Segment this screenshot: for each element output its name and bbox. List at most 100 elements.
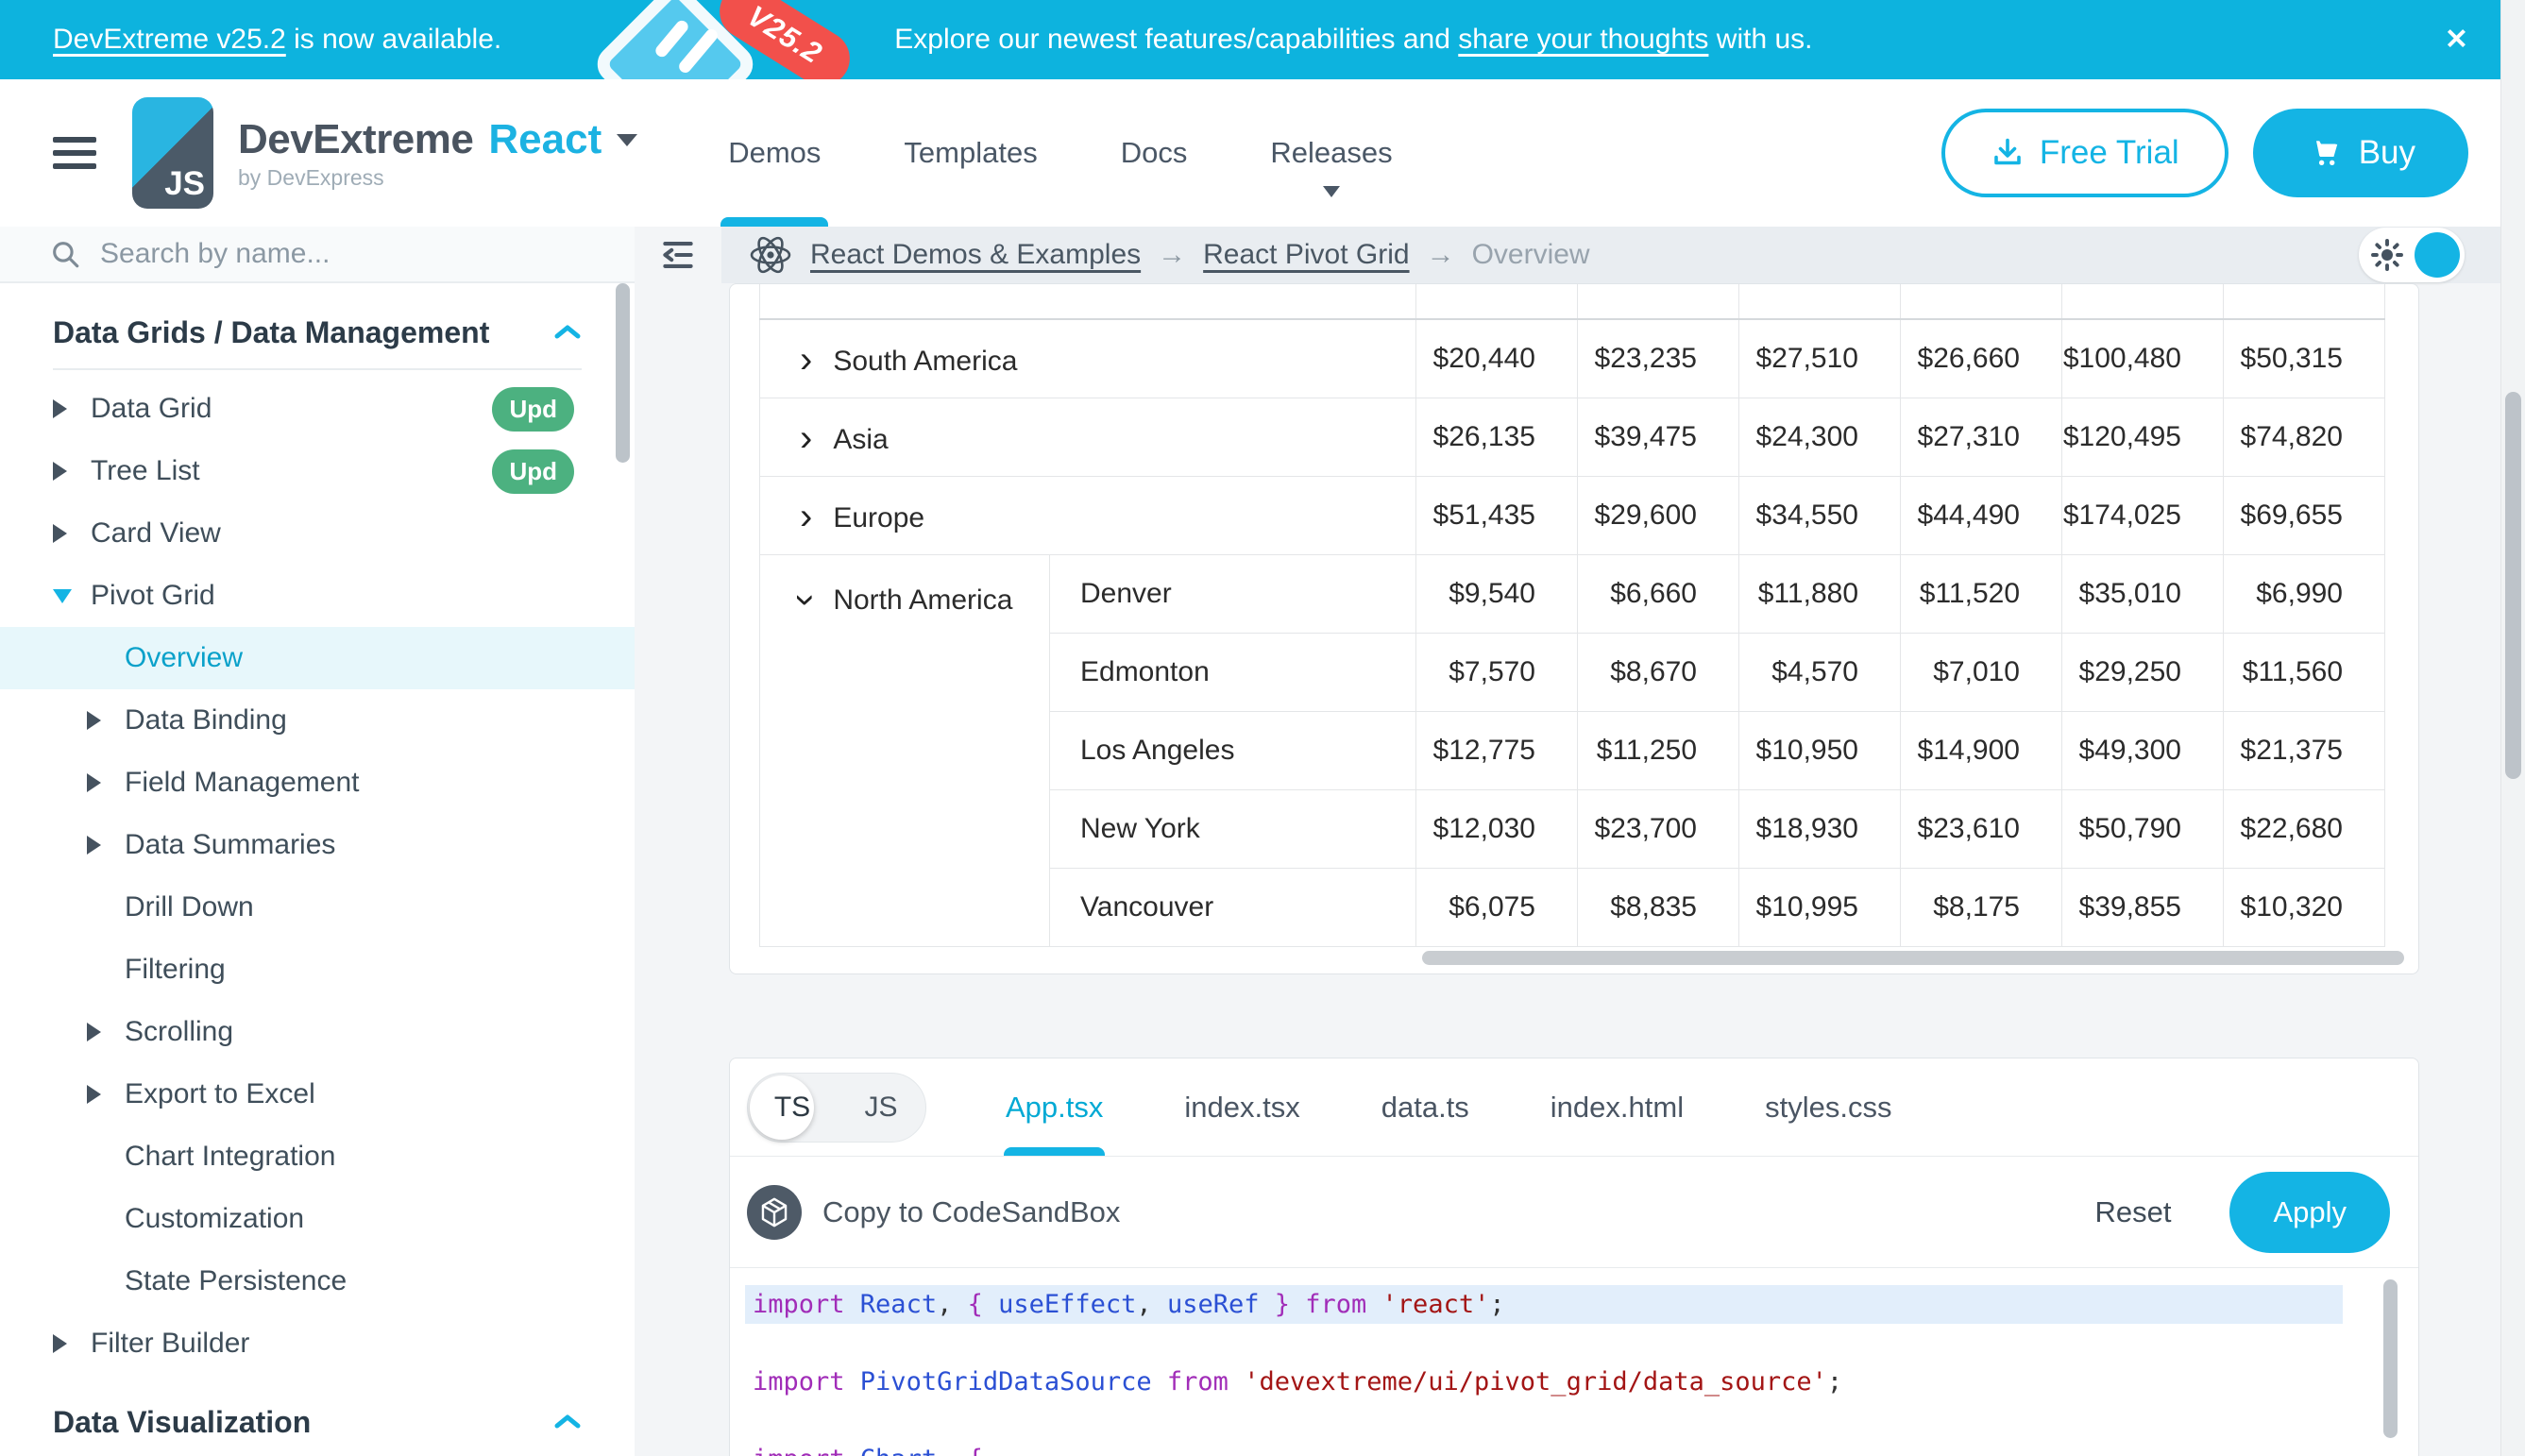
sidebar-item-data-binding[interactable]: Data Binding [0,689,635,752]
sidebar-item-scrolling[interactable]: Scrolling [0,1001,635,1063]
tab-data-ts[interactable]: data.ts [1381,1058,1469,1156]
code-scrollbar[interactable] [2383,1279,2398,1438]
sidebar-item-filtering[interactable]: Filtering [0,939,635,1001]
sidebar-item-customization[interactable]: Customization [0,1188,635,1250]
sidebar-item-drill-down[interactable]: Drill Down [0,876,635,939]
lang-option-js[interactable]: JS [837,1074,925,1142]
tab-index-html[interactable]: index.html [1551,1058,1684,1156]
pivot-value-cell: $26,135 [1416,398,1578,476]
search-input[interactable] [100,238,516,270]
collapsed-triangle-icon[interactable] [87,711,125,730]
chevron-collapsed-icon[interactable]: › [800,496,812,538]
collapse-sidebar-button[interactable] [635,227,721,283]
code-file-tabs: App.tsx index.tsx data.ts index.html sty… [1006,1058,1891,1156]
hamburger-menu-icon[interactable] [53,137,96,169]
sidebar-item-tree-list[interactable]: Tree ListUpd [0,440,635,502]
pivot-group-cell-collapsed[interactable]: ›Europe [760,476,1416,554]
code-editor[interactable]: import React, { useEffect, useRef } from… [730,1268,2418,1456]
sidebar-section-data-grids[interactable]: Data Grids / Data Management [0,296,635,368]
sidebar-scrollbar[interactable] [616,283,630,463]
sidebar-item-state-persistence[interactable]: State Persistence [0,1250,635,1312]
share-thoughts-link[interactable]: share your thoughts [1458,24,1708,55]
code-token: Chart [860,1445,937,1456]
ts-js-toggle[interactable]: TS JS [747,1073,926,1143]
theme-toggle-knob[interactable] [2415,232,2460,278]
pivot-value-cell [2062,284,2224,319]
code-token: , [937,1445,968,1456]
lang-option-ts[interactable]: TS [748,1074,837,1142]
breadcrumb-link-pivot-grid[interactable]: React Pivot Grid [1203,239,1409,271]
sidebar-items: Data GridUpdTree ListUpd Card View Pivot G… [0,378,635,1375]
chevron-collapsed-icon[interactable]: › [800,339,812,381]
expanded-triangle-icon[interactable] [53,589,91,603]
breadcrumb-current: Overview [1472,239,1590,271]
page-scrollbar-track[interactable] [2500,0,2525,1456]
buy-button[interactable]: Buy [2253,109,2468,197]
breadcrumb-bar: React Demos & Examples → React Pivot Gri… [635,227,2500,283]
sidebar-item-card-view[interactable]: Card View [0,502,635,565]
pivot-value-cell: $11,880 [1739,554,1901,633]
pivot-group-cell-collapsed[interactable]: ›South America [760,319,1416,398]
pivot-label-cell [760,284,1416,319]
collapsed-triangle-icon[interactable] [87,1023,125,1041]
triangle-glyph [53,1334,67,1353]
chevron-up-icon[interactable] [553,323,582,342]
sidebar-item-export-to-excel[interactable]: Export to Excel [0,1063,635,1126]
page-scrollbar-thumb[interactable] [2505,392,2521,779]
pivot-group-cell-collapsed[interactable]: ›Asia [760,398,1416,476]
reset-button[interactable]: Reset [2094,1195,2171,1229]
tab-index-tsx[interactable]: index.tsx [1184,1058,1299,1156]
pivot-city-cell: Edmonton [1050,633,1416,711]
collapsed-triangle-icon[interactable] [87,836,125,855]
sidebar-item-label: Card View [91,517,221,550]
collapsed-triangle-icon[interactable] [53,1334,91,1353]
nav-item-demos[interactable]: Demos [728,79,821,227]
triangle-glyph [87,711,101,730]
banner-version-link[interactable]: DevExtreme v25.2 [53,24,286,55]
collapsed-triangle-icon[interactable] [87,1085,125,1104]
code-token: , [937,1290,968,1319]
tab-app-tsx[interactable]: App.tsx [1006,1058,1103,1156]
tab-styles-css[interactable]: styles.css [1765,1058,1891,1156]
collapsed-triangle-icon[interactable] [53,524,91,543]
collapsed-triangle-icon[interactable] [53,399,91,418]
section-title: Data Visualization [53,1405,311,1440]
sidebar-section-data-visualization[interactable]: Data Visualization [0,1386,635,1456]
triangle-glyph [53,399,67,418]
framework-name[interactable]: React [488,116,602,163]
pivot-value-cell: $4,570 [1739,633,1901,711]
sidebar-item-pivot-grid[interactable]: Pivot Grid [0,565,635,627]
theme-toggle[interactable] [2359,228,2465,282]
sidebar-item-overview[interactable]: Overview [0,627,635,689]
codesandbox-icon[interactable] [747,1185,802,1240]
sidebar-item-chart-integration[interactable]: Chart Integration [0,1126,635,1188]
collapsed-triangle-icon[interactable] [53,462,91,481]
code-line [745,1324,2343,1363]
chevron-expanded-icon[interactable]: › [785,593,827,605]
code-token: { [968,1445,983,1456]
chevron-up-icon[interactable] [553,1413,582,1431]
sidebar-item-field-management[interactable]: Field Management [0,752,635,814]
breadcrumb-link-demos[interactable]: React Demos & Examples [810,239,1141,271]
chevron-collapsed-icon[interactable]: › [800,417,812,460]
collapsed-triangle-icon[interactable] [87,773,125,792]
apply-button[interactable]: Apply [2229,1172,2390,1253]
triangle-glyph [53,589,72,603]
framework-dropdown-caret-icon[interactable] [617,134,637,157]
pivot-horizontal-scrollbar[interactable] [1422,951,2404,965]
pivot-value-cell: $49,300 [2062,711,2224,789]
pivot-group-cell-expanded[interactable]: ›North America [760,554,1050,946]
sidebar-item-filter-builder[interactable]: Filter Builder [0,1312,635,1375]
sidebar-item-data-grid[interactable]: Data GridUpd [0,378,635,440]
copy-to-codesandbox-label[interactable]: Copy to CodeSandBox [822,1195,1120,1229]
brand-block[interactable]: DevExtreme React by DevExpress [238,116,637,191]
pivot-row: ›South America$20,440$23,235$27,510$26,6… [760,319,2385,398]
free-trial-button[interactable]: Free Trial [1941,109,2228,197]
banner-close-icon[interactable]: ✕ [2445,24,2468,57]
nav-item-docs[interactable]: Docs [1121,79,1188,227]
sidebar-item-data-summaries[interactable]: Data Summaries [0,814,635,876]
nav-item-templates[interactable]: Templates [904,79,1037,227]
devextreme-js-logo[interactable]: JS [132,97,213,209]
nav-item-releases[interactable]: Releases [1270,79,1392,227]
pivot-row: ›Europe$51,435$29,600$34,550$44,490$174,… [760,476,2385,554]
